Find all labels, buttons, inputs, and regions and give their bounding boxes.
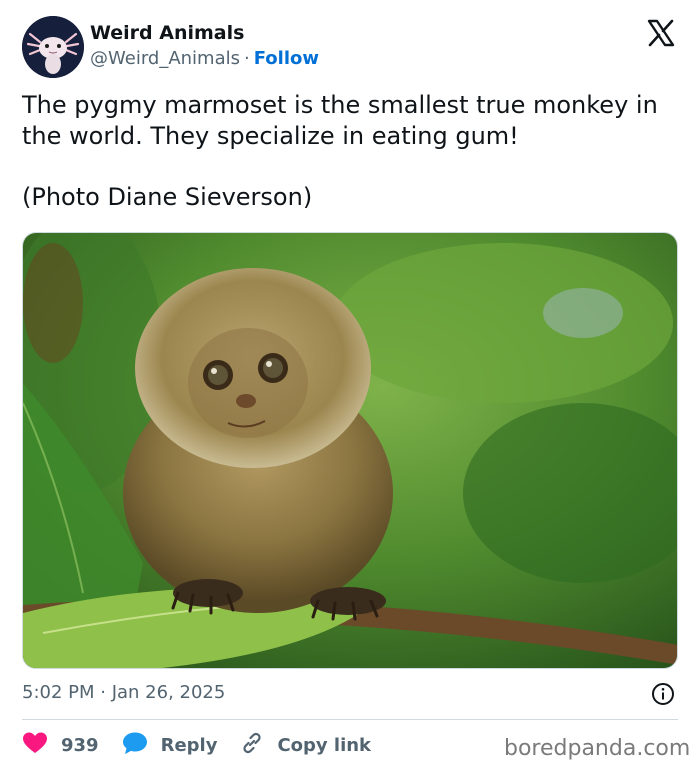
axolotl-avatar-image — [22, 16, 84, 78]
photo-credit: (Photo Diane Sieverson) — [22, 183, 313, 211]
author-avatar[interactable] — [22, 16, 84, 78]
separator-dot: · — [244, 48, 250, 69]
tweet-photo[interactable] — [22, 232, 678, 669]
reply-button[interactable]: Reply — [122, 731, 218, 760]
author-handle[interactable]: @Weird_Animals — [90, 48, 240, 69]
copy-link-button[interactable]: Copy link — [240, 731, 371, 760]
info-icon[interactable] — [651, 682, 675, 706]
like-button[interactable]: 939 — [22, 731, 99, 760]
like-count: 939 — [61, 734, 99, 756]
tweet-body: The pygmy marmoset is the smallest true … — [22, 91, 658, 150]
tweet-actions: 939 Reply Copy link — [22, 730, 371, 760]
pygmy-marmoset-photo — [23, 233, 677, 668]
watermark: boredpanda.com — [504, 736, 691, 761]
tweet-timestamp[interactable]: 5:02 PM · Jan 26, 2025 — [22, 682, 225, 703]
reply-label: Reply — [160, 734, 218, 756]
speech-bubble-icon — [122, 731, 148, 760]
tweet-card: Weird Animals @Weird_Animals · Follow The … — [0, 0, 700, 773]
heart-icon — [22, 731, 48, 760]
divider — [22, 719, 678, 720]
link-icon — [240, 731, 264, 760]
x-logo-icon[interactable] — [646, 18, 676, 48]
tweet-text: The pygmy marmoset is the smallest true … — [22, 90, 682, 213]
author-display-name[interactable]: Weird Animals — [90, 22, 244, 44]
author-handle-row: @Weird_Animals · Follow — [90, 48, 319, 69]
copy-link-label: Copy link — [277, 734, 372, 756]
follow-link[interactable]: Follow — [254, 48, 319, 69]
